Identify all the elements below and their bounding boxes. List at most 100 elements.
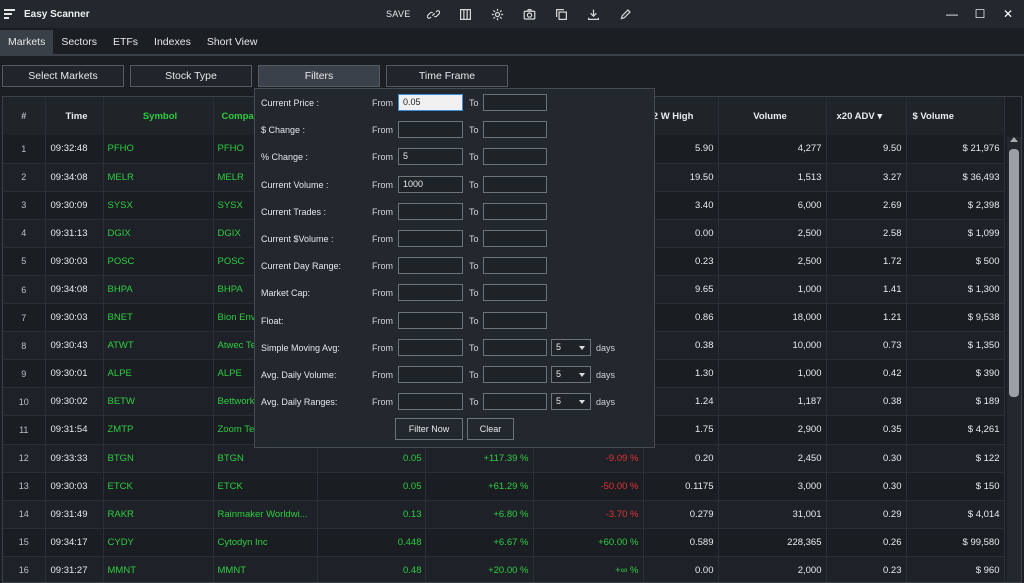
filter-to-input[interactable] xyxy=(483,94,547,111)
from-label: From xyxy=(372,261,393,272)
filter-from-input[interactable] xyxy=(398,311,463,329)
table-row[interactable]: 15 09:34:17 CYDY Cytodyn Inc 0.448 +6.67 % +60… xyxy=(3,528,1005,557)
filters-panel: Filter Now Clear Current Price : From 0.05… xyxy=(254,88,655,448)
scroll-thumb[interactable] xyxy=(1009,149,1019,397)
row-gap: -9.09 % xyxy=(533,444,644,473)
row-gap: -3.70 % xyxy=(533,500,644,529)
filter-now-button[interactable]: Filter Now xyxy=(395,418,463,440)
vertical-scrollbar[interactable] xyxy=(1007,137,1021,582)
filter-label: Simple Moving Avg: xyxy=(261,342,340,353)
days-label: days xyxy=(596,370,616,380)
to-label: To xyxy=(469,261,479,272)
row-dollar-volume: $ 1,350 xyxy=(906,331,1005,361)
table-row[interactable]: 14 09:31:49 RAKR Rainmaker Worldwi... 0.13 +6… xyxy=(3,500,1005,529)
filter-from-input[interactable] xyxy=(398,338,463,356)
tab-short-view[interactable]: Short View xyxy=(199,30,266,54)
filter-label: Current Day Range: xyxy=(261,261,342,272)
header-x20-adv[interactable]: x20 ADV ▾ xyxy=(826,97,907,135)
filter-from-input[interactable]: 0.05 xyxy=(398,94,463,111)
row-52w-high: 0.1175 xyxy=(643,472,719,501)
columns-icon[interactable] xyxy=(457,5,475,23)
camera-icon[interactable] xyxy=(521,5,539,23)
header-dollar-volume[interactable]: $ Volume xyxy=(906,97,1005,135)
stock-type-button[interactable]: Stock Type xyxy=(130,65,252,87)
tab-sectors[interactable]: Sectors xyxy=(53,30,105,54)
filter-to-input[interactable] xyxy=(483,202,547,220)
minimize-icon[interactable]: — xyxy=(946,7,958,21)
menu-icon[interactable] xyxy=(4,7,18,21)
filter-from-input[interactable]: 5 xyxy=(398,148,463,166)
filter-to-input[interactable] xyxy=(483,338,547,356)
header-volume[interactable]: Volume xyxy=(718,97,827,135)
time-frame-button[interactable]: Time Frame xyxy=(386,65,508,87)
days-select-value: 5 xyxy=(556,369,562,379)
filter-from-input[interactable]: 1000 xyxy=(398,175,463,193)
to-label: To xyxy=(469,152,479,163)
tab-etfs[interactable]: ETFs xyxy=(105,30,146,54)
save-button[interactable]: SAVE xyxy=(386,9,411,19)
filter-from-input[interactable] xyxy=(398,202,463,220)
days-select[interactable]: 5 xyxy=(551,366,591,383)
row-time: 09:34:08 xyxy=(45,163,104,192)
row-number: 16 xyxy=(3,556,46,582)
row-time: 09:30:02 xyxy=(45,387,104,417)
chevron-down-icon xyxy=(579,373,585,377)
filter-from-input[interactable] xyxy=(398,230,463,247)
row-time: 09:34:17 xyxy=(45,528,104,557)
filter-to-input[interactable] xyxy=(483,148,547,166)
filter-to-input[interactable] xyxy=(483,121,547,139)
from-label: From xyxy=(372,370,393,380)
row-dollar-volume: $ 4,261 xyxy=(906,415,1005,445)
filter-to-input[interactable] xyxy=(483,257,547,275)
table-row[interactable]: 16 09:31:27 MMNT MMNT 0.48 +20.00 % +∞ % 0.00 2,… xyxy=(3,556,1005,582)
pen-icon[interactable] xyxy=(617,5,635,23)
row-symbol: RAKR xyxy=(103,500,214,529)
filters-button[interactable]: Filters xyxy=(258,65,380,87)
tab-indexes[interactable]: Indexes xyxy=(146,30,199,54)
filter-from-input[interactable] xyxy=(398,366,463,383)
filter-row: Simple Moving Avg: From To 5 days xyxy=(255,338,655,357)
download-icon[interactable] xyxy=(585,5,603,23)
header-num[interactable]: # xyxy=(3,97,46,135)
days-select[interactable]: 5 xyxy=(551,393,591,411)
close-icon[interactable]: ✕ xyxy=(1002,7,1014,21)
maximize-icon[interactable]: ☐ xyxy=(974,7,986,21)
row-symbol: ALPE xyxy=(103,359,214,389)
copy-icon[interactable] xyxy=(553,5,571,23)
select-markets-button[interactable]: Select Markets xyxy=(2,65,124,87)
table-row[interactable]: 12 09:33:33 BTGN BTGN 0.05 +117.39 % -9.09 % 0.… xyxy=(3,444,1005,473)
row-x20-adv: 0.23 xyxy=(826,556,907,582)
row-company: Rainmaker Worldwi... xyxy=(213,500,318,529)
to-label: To xyxy=(469,98,479,108)
filter-to-input[interactable] xyxy=(483,230,547,247)
days-select[interactable]: 5 xyxy=(551,338,591,356)
link-icon[interactable] xyxy=(425,5,443,23)
row-time: 09:30:03 xyxy=(45,303,104,333)
to-label: To xyxy=(469,234,479,244)
settings-icon[interactable] xyxy=(489,5,507,23)
row-number: 8 xyxy=(3,331,46,361)
row-price: 0.13 xyxy=(317,500,426,529)
row-time: 09:31:49 xyxy=(45,500,104,529)
filter-to-input[interactable] xyxy=(483,393,547,411)
filter-to-input[interactable] xyxy=(483,311,547,329)
filter-to-input[interactable] xyxy=(483,175,547,193)
row-time: 09:31:13 xyxy=(45,219,104,248)
row-volume: 1,513 xyxy=(718,163,827,192)
scroll-up-icon[interactable] xyxy=(1010,137,1018,142)
header-time[interactable]: Time xyxy=(45,97,104,135)
filter-to-input[interactable] xyxy=(483,284,547,302)
filter-to-input[interactable] xyxy=(483,366,547,383)
filter-from-input[interactable] xyxy=(398,284,463,302)
table-row[interactable]: 13 09:30:03 ETCK ETCK 0.05 +61.29 % -50.00 % 0.… xyxy=(3,472,1005,501)
row-dollar-volume: $ 99,580 xyxy=(906,528,1005,557)
row-change: +61.29 % xyxy=(425,472,534,501)
header-symbol[interactable]: Symbol xyxy=(103,97,214,135)
filter-from-input[interactable] xyxy=(398,393,463,411)
row-symbol: MELR xyxy=(103,163,214,192)
tab-markets[interactable]: Markets xyxy=(0,30,54,54)
clear-button[interactable]: Clear xyxy=(467,418,514,440)
filter-from-input[interactable] xyxy=(398,121,463,139)
row-price: 0.448 xyxy=(317,528,426,557)
filter-from-input[interactable] xyxy=(398,257,463,275)
